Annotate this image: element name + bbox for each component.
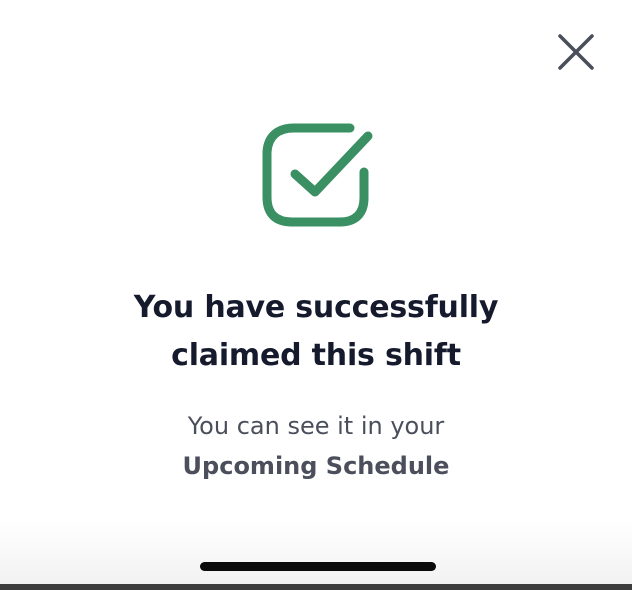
- claim-success-screen: You have successfully claimed this shift…: [0, 0, 632, 590]
- success-title-line1: You have successfully: [133, 290, 499, 325]
- success-title-line2: claimed this shift: [171, 338, 461, 373]
- upcoming-schedule-label: Upcoming Schedule: [182, 452, 450, 480]
- home-indicator[interactable]: [200, 562, 436, 571]
- bottom-safe-area: [0, 520, 632, 584]
- close-button[interactable]: [552, 28, 600, 76]
- success-message-text: You can see it in your: [187, 412, 445, 440]
- bottom-edge: [0, 584, 632, 590]
- close-icon: [558, 34, 594, 70]
- checkmark-square-icon: [258, 122, 378, 232]
- success-message: You can see it in your Upcoming Schedule: [0, 406, 632, 486]
- success-title: You have successfully claimed this shift: [0, 284, 632, 380]
